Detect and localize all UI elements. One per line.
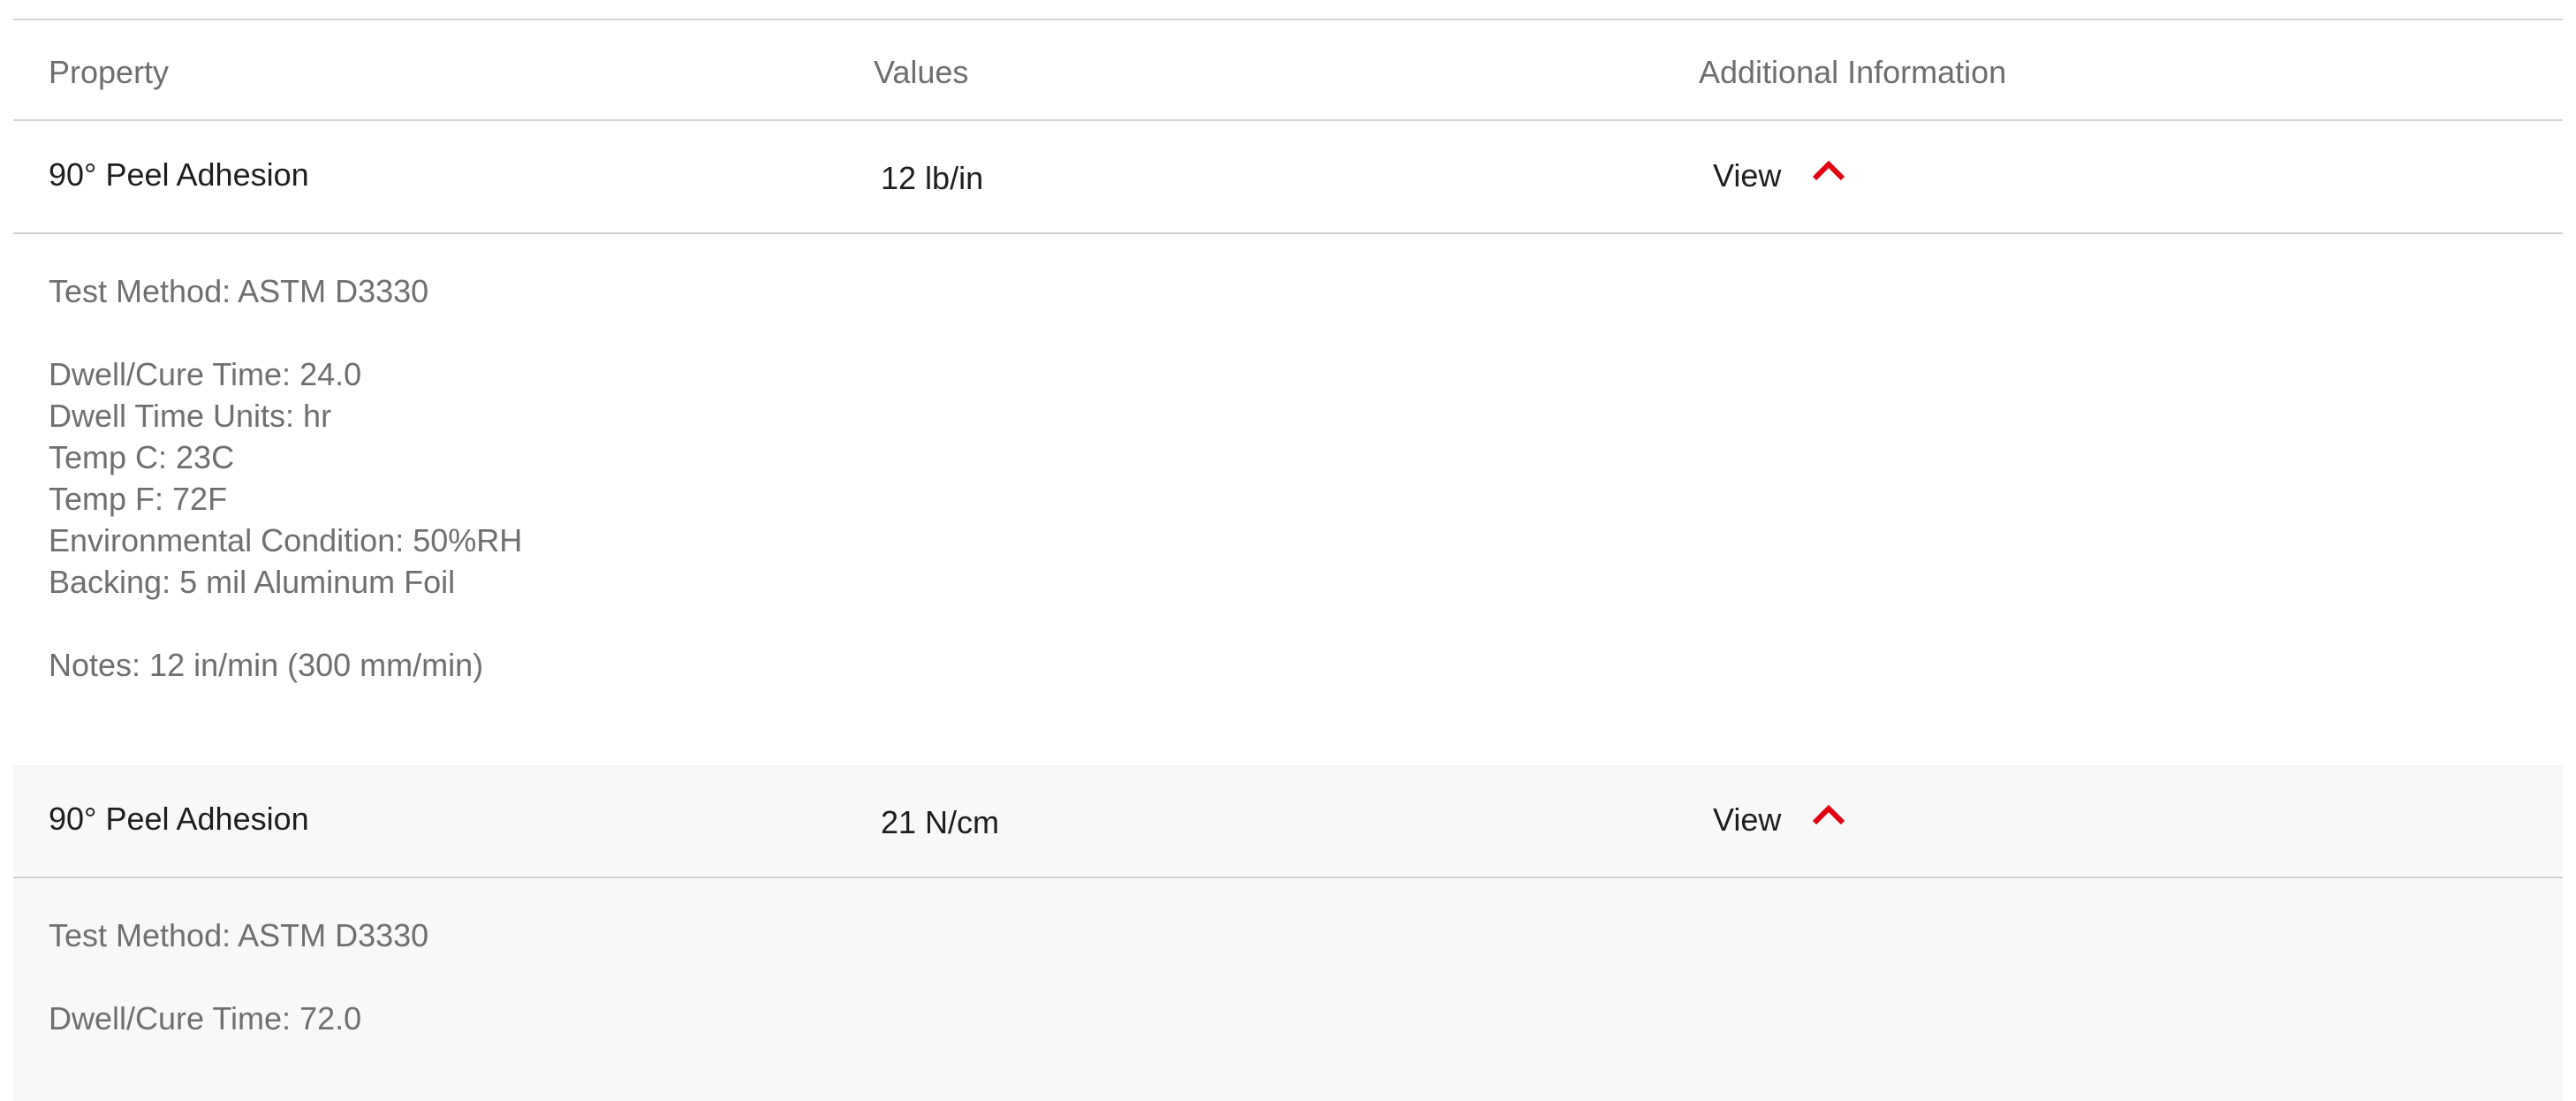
properties-table: Property Values Additional Information 9… [13,0,2563,1101]
table-row: 90° Peel Adhesion 12 lb/in View [13,121,2563,234]
table-header: Property Values Additional Information [13,20,2563,121]
table-row: 90° Peel Adhesion 21 N/cm View [13,765,2563,878]
header-property: Property [49,54,170,90]
row-details: Test Method: ASTM D3330 Dwell/Cure Time:… [13,234,2563,764]
view-toggle-button[interactable]: View [1713,121,1846,232]
detail-line: Temp F: 72F [49,481,228,517]
view-label: View [1713,157,1782,194]
chevron-up-icon [1813,804,1845,825]
view-toggle-button[interactable]: View [1713,765,1846,877]
property-value: 21 N/cm [881,804,1000,840]
detail-test-method: Test Method: ASTM D3330 [49,917,429,953]
row-details: Test Method: ASTM D3330 Dwell/Cure Time:… [13,878,2563,1101]
property-name: 90° Peel Adhesion [49,156,309,193]
detail-line: Dwell Time Units: hr [49,398,332,434]
detail-line: Dwell/Cure Time: 24.0 [49,356,362,392]
view-label: View [1713,801,1782,838]
property-name: 90° Peel Adhesion [49,801,309,837]
property-value: 12 lb/in [881,160,984,196]
detail-line: Temp C: 23C [49,439,235,475]
detail-notes: Notes: 12 in/min (300 mm/min) [49,647,484,683]
header-additional-information: Additional Information [1699,54,2007,90]
detail-line: Dwell/Cure Time: 72.0 [49,1000,362,1036]
header-values: Values [874,54,969,90]
detail-test-method: Test Method: ASTM D3330 [49,273,429,309]
detail-line: Environmental Condition: 50%RH [49,522,523,558]
chevron-up-icon [1813,160,1845,181]
detail-line: Backing: 5 mil Aluminum Foil [49,564,456,600]
